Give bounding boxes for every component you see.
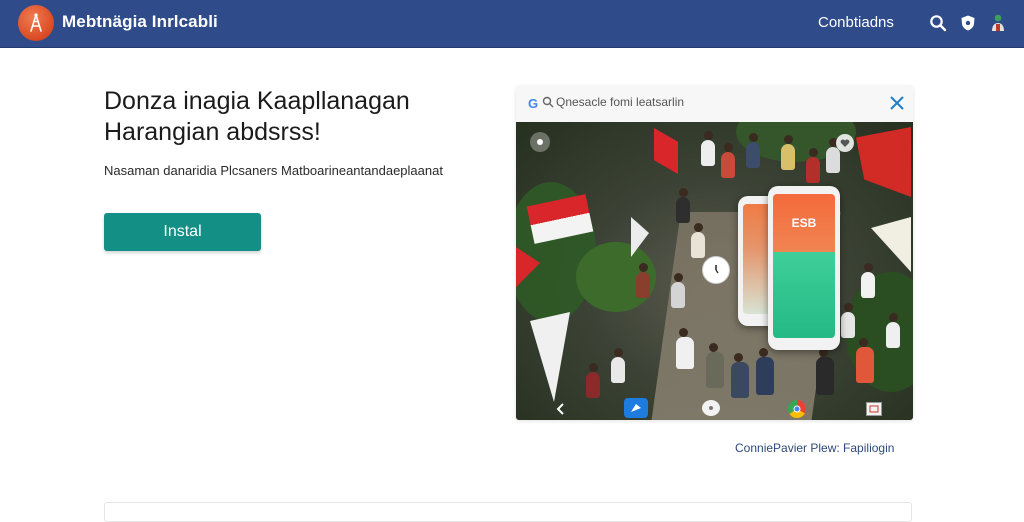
- address-text: Qnesacle fomi leatsarlin: [556, 95, 685, 109]
- person: [676, 328, 694, 369]
- top-navigation-bar: Mebtnägia Inrlcabli Conbtiadns: [0, 0, 1024, 48]
- person: [701, 131, 715, 166]
- search-icon[interactable]: [927, 12, 949, 34]
- hero-description: Nasaman danaridia Plcsaners Matboarinean…: [104, 163, 443, 178]
- install-button[interactable]: Instal: [104, 213, 261, 251]
- chrome-icon[interactable]: [788, 400, 806, 418]
- tabs-icon[interactable]: [866, 402, 882, 416]
- bottom-card: [104, 502, 912, 522]
- chat-icon[interactable]: [702, 400, 720, 416]
- app-title: Mebtnägia Inrlcabli: [62, 12, 218, 31]
- person: [676, 188, 690, 223]
- flag: [856, 127, 911, 197]
- clock-icon[interactable]: [702, 256, 730, 284]
- chevron-left-icon[interactable]: [554, 402, 568, 416]
- browser-address-bar[interactable]: G Qnesacle fomi leatsarlin: [516, 86, 913, 122]
- browser-preview-window: G Qnesacle fomi leatsarlin ESB: [516, 86, 913, 420]
- person: [841, 303, 855, 338]
- person: [826, 138, 840, 173]
- person: [586, 363, 600, 398]
- person: [611, 348, 625, 383]
- person: [886, 313, 900, 348]
- flag: [654, 128, 678, 174]
- heart-icon[interactable]: [836, 134, 854, 152]
- person: [816, 348, 834, 395]
- person: [861, 263, 875, 298]
- person: [856, 338, 874, 383]
- search-icon: [542, 96, 554, 108]
- shield-icon[interactable]: [957, 12, 979, 34]
- hero-title-line-1: Donza inagia Kaapllanagan: [104, 87, 410, 115]
- share-icon[interactable]: [624, 398, 648, 418]
- crowd-photo: ESB: [516, 122, 913, 420]
- tower-icon: [30, 13, 42, 32]
- app-logo[interactable]: [18, 5, 54, 41]
- person: [781, 135, 795, 170]
- person: [721, 143, 735, 178]
- person: [731, 353, 749, 398]
- back-icon[interactable]: [530, 132, 550, 152]
- phone-mockup-front: ESB: [768, 186, 840, 350]
- person: [746, 133, 760, 168]
- flag: [530, 312, 570, 402]
- person: [691, 223, 705, 258]
- person: [706, 343, 724, 388]
- close-icon[interactable]: [888, 94, 906, 112]
- phone-screen-value: ESB: [773, 194, 835, 252]
- contacts-link[interactable]: Conbtiadns: [818, 14, 894, 31]
- preview-caption-link[interactable]: ConniePavier Plew: Fapiliogin: [735, 441, 894, 455]
- person: [671, 273, 685, 308]
- hero-title-line-2: Harangian abdsrss!: [104, 118, 321, 146]
- person: [806, 148, 820, 183]
- user-avatar-icon[interactable]: [987, 12, 1009, 34]
- person: [636, 263, 650, 298]
- flag: [871, 217, 911, 272]
- person: [756, 348, 774, 395]
- google-icon: G: [528, 96, 539, 111]
- hero-title: Donza inagia Kaapllanagan Harangian abds…: [104, 86, 484, 148]
